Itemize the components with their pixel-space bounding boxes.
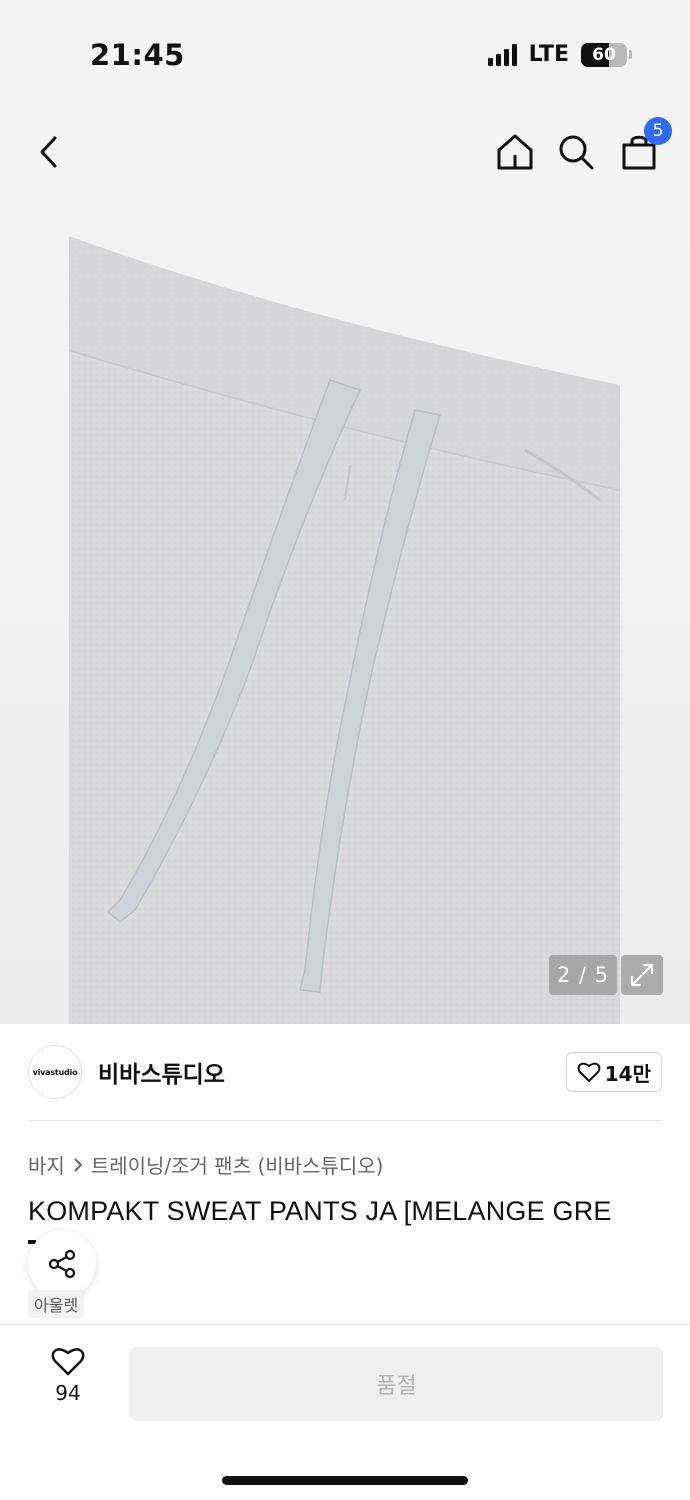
product-image (68, 236, 621, 1024)
top-nav-bar: 5 (0, 110, 690, 200)
search-icon (559, 135, 594, 170)
brand-logo: vivastudio (28, 1045, 82, 1099)
battery-cap (629, 50, 632, 59)
divider (28, 1120, 662, 1121)
share-button[interactable] (28, 1230, 96, 1298)
brand-row[interactable]: vivastudio 비바스튜디오 14만 (28, 1044, 662, 1100)
home-indicator (222, 1476, 468, 1485)
product-image-gallery[interactable] (0, 200, 690, 1024)
status-bar: 21:45 LTE 60 (0, 0, 690, 110)
home-icon (497, 134, 533, 170)
battery-level: 60 (592, 44, 616, 65)
gallery-page-counter: 2 / 5 (549, 955, 617, 995)
search-button[interactable] (551, 127, 601, 177)
brand-like-button[interactable]: 14만 (565, 1052, 662, 1092)
brand-name[interactable]: 비바스튜디오 (98, 1055, 225, 1089)
breadcrumb-category[interactable]: 바지 (28, 1150, 65, 1179)
heart-icon (577, 1062, 601, 1082)
product-title: KOMPAKT SWEAT PANTS JA [MELANGE GRE (28, 1196, 612, 1226)
bottom-purchase-bar: 94 품절 (0, 1324, 690, 1500)
back-button[interactable] (24, 127, 74, 177)
home-button[interactable] (490, 127, 540, 177)
status-time: 21:45 (90, 38, 185, 72)
heart-icon (51, 1348, 85, 1376)
signal-icon (487, 43, 517, 66)
cart-button[interactable]: 5 (614, 117, 672, 177)
network-label: LTE (528, 42, 569, 67)
brand-like-count: 14만 (604, 1061, 651, 1086)
chevron-left-icon (40, 136, 57, 168)
share-icon (48, 1249, 76, 1279)
chevron-right-icon (74, 1157, 83, 1172)
expand-image-button[interactable] (621, 955, 663, 995)
wishlist-count: 94 (55, 1381, 81, 1405)
outlet-tag: 아울렛 (28, 1290, 85, 1318)
expand-icon (630, 963, 654, 987)
battery-icon: 60 (581, 42, 627, 67)
cart-count-badge: 5 (644, 117, 672, 145)
breadcrumb-subcategory[interactable]: 트레이닝/조거 팬츠 (비바스튜디오) (91, 1150, 384, 1179)
soldout-button[interactable]: 품절 (130, 1347, 663, 1421)
breadcrumb: 바지 트레이닝/조거 팬츠 (비바스튜디오) (28, 1150, 383, 1179)
wishlist-button[interactable]: 94 (32, 1345, 104, 1415)
status-indicators: LTE 60 (487, 42, 632, 67)
